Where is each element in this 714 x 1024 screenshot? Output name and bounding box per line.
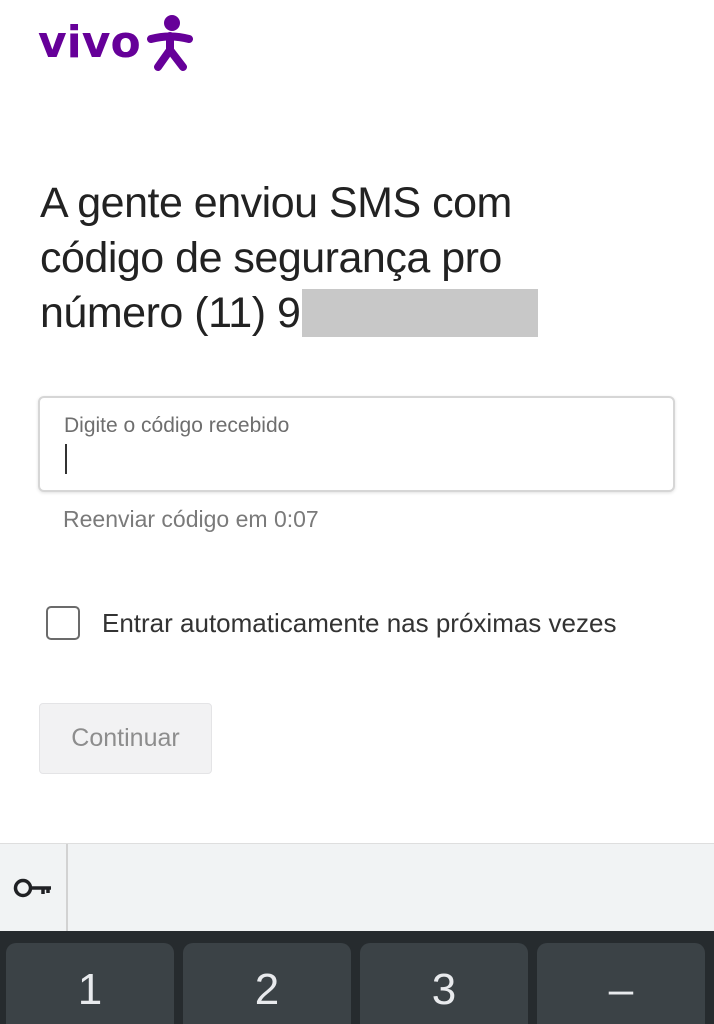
keyboard-suggestion-bar bbox=[0, 843, 714, 932]
resend-countdown: Reenviar código em 0:07 bbox=[63, 506, 319, 532]
key-1[interactable]: 1 bbox=[6, 943, 174, 1024]
headline-line-1: A gente enviou SMS com bbox=[40, 179, 512, 227]
redacted-phone-number bbox=[302, 289, 539, 337]
key-minus[interactable]: – bbox=[537, 943, 705, 1024]
text-caret bbox=[65, 444, 67, 474]
numeric-keyboard: 1 2 3 – bbox=[0, 931, 714, 1024]
key-3[interactable]: 3 bbox=[360, 943, 528, 1024]
key-2[interactable]: 2 bbox=[183, 943, 351, 1024]
headline-line-2: código de segurança pro bbox=[40, 234, 502, 282]
vivo-logo: vivo bbox=[38, 14, 193, 72]
vivo-figure-icon bbox=[146, 15, 193, 71]
auto-login-label[interactable]: Entrar automaticamente nas próximas veze… bbox=[102, 608, 616, 639]
auto-login-option[interactable]: Entrar automaticamente nas próximas veze… bbox=[46, 606, 616, 640]
continue-button[interactable]: Continuar bbox=[39, 703, 212, 774]
logo-text: vivo bbox=[38, 17, 141, 68]
password-key-icon[interactable] bbox=[0, 844, 68, 932]
headline-line-3: número (11) 9 bbox=[40, 289, 301, 337]
auto-login-checkbox[interactable] bbox=[46, 606, 80, 640]
page-title: A gente enviou SMS com código de seguran… bbox=[40, 176, 600, 341]
security-code-field[interactable]: Digite o código recebido bbox=[38, 396, 675, 492]
code-field-label: Digite o código recebido bbox=[64, 414, 290, 437]
